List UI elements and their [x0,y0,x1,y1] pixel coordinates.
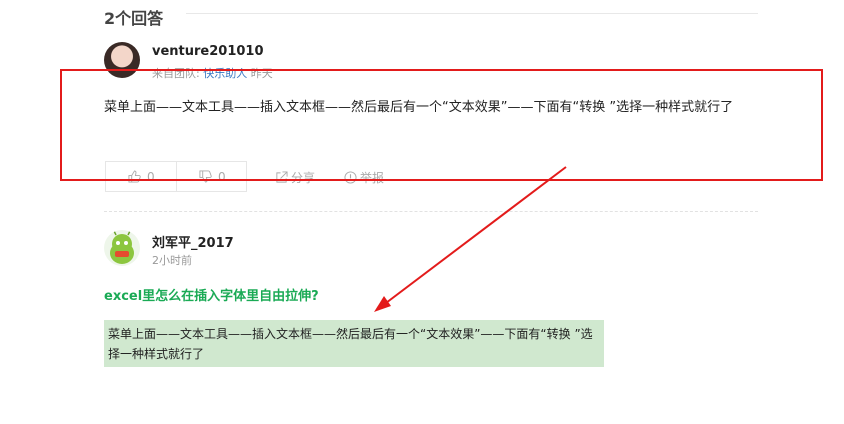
team-link[interactable]: 快乐助人 [203,67,247,80]
answer-body: 菜单上面——文本工具——插入文本框——然后最后有一个“文本效果”——下面有“转换… [104,100,734,115]
avatar[interactable] [104,42,140,78]
android-mascot-icon [110,230,134,264]
quoted-answer: 菜单上面——文本工具——插入文本框——然后最后有一个“文本效果”——下面有“转换… [104,320,604,367]
answer-divider [104,211,758,212]
share-label: 分享 [291,171,316,185]
answer-time: 昨天 [250,67,273,80]
downvote-count: 0 [218,169,226,184]
upvote-button[interactable]: 0 [105,161,177,192]
answer-meta: 来自团队: 快乐助人 昨天 [152,65,273,81]
answer-time: 2小时前 [152,254,192,267]
from-team-prefix: 来自团队: [152,67,200,80]
share-icon [276,171,288,183]
report-icon [344,171,357,184]
answers-count-title: 2个回答 [104,9,164,28]
thumbs-down-icon [199,170,212,183]
question-link[interactable]: excel里怎么在插入字体里自由拉伸? [104,285,319,304]
thumbs-up-icon [128,170,141,183]
report-label: 举报 [360,171,385,185]
share-button[interactable]: 分享 [275,169,315,186]
report-button[interactable]: 举报 [344,169,384,186]
title-divider [186,13,758,14]
downvote-button[interactable]: 0 [176,161,247,192]
avatar[interactable] [104,230,140,266]
answer-username[interactable]: 刘军平_2017 [152,232,234,251]
upvote-count: 0 [147,169,155,184]
answer-username[interactable]: venture201010 [152,44,264,59]
